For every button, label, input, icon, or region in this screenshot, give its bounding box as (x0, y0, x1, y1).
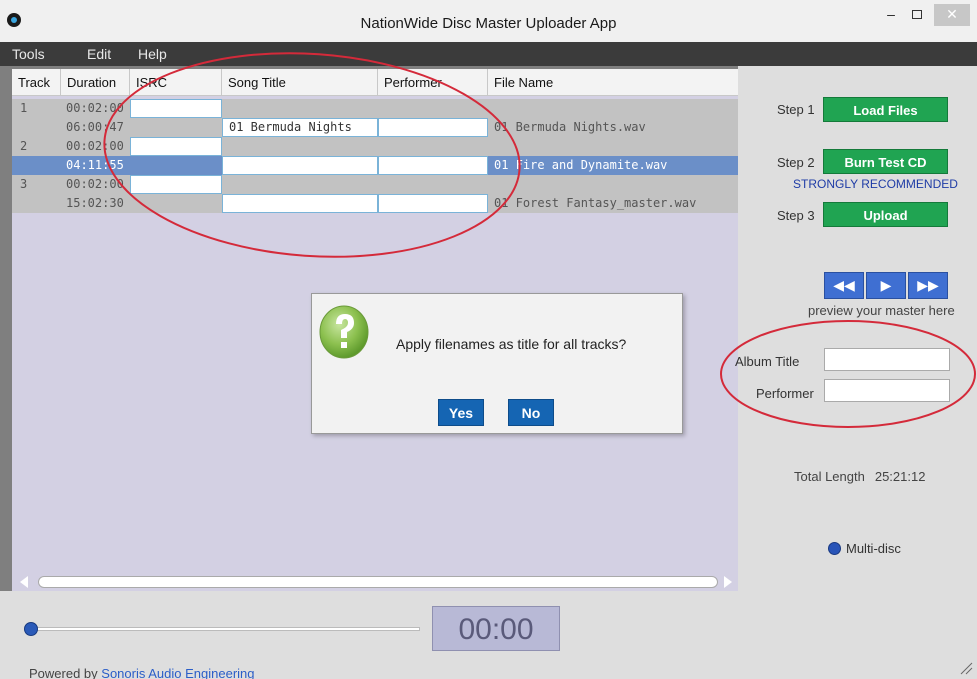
menu-bar: Tools Edit Help (0, 42, 977, 66)
time-display: 00:00 (432, 606, 560, 651)
question-icon (319, 305, 369, 359)
song-title-input[interactable] (222, 194, 378, 213)
recommendation-text: STRONGLY RECOMMENDED (793, 177, 958, 191)
table-row[interactable]: 15:02:30 01 Forest Fantasy_master.wav (12, 194, 738, 213)
total-length: Total Length 25:21:12 (794, 469, 925, 484)
dialog-message: Apply filenames as title for all tracks? (396, 336, 627, 352)
isrc-input[interactable] (130, 99, 222, 118)
fast-forward-button[interactable]: ▶▶ (908, 272, 948, 299)
maximize-icon (912, 10, 922, 19)
grid-header: Track Duration ISRC Song Title Performer… (12, 69, 738, 96)
multi-disc-label: Multi-disc (846, 541, 901, 556)
scroll-left-arrow-icon[interactable] (20, 576, 28, 588)
table-row[interactable]: 3 00:02:00 (12, 175, 738, 194)
file-name-cell: 01 Forest Fantasy_master.wav (494, 196, 697, 210)
duration-cell: 04:11:55 (66, 158, 124, 172)
control-panel: Step 1 Load Files Step 2 Burn Test CD ST… (735, 66, 977, 591)
preview-hint: preview your master here (808, 303, 955, 318)
scroll-thumb[interactable] (38, 576, 718, 588)
performer-input[interactable] (378, 118, 488, 137)
song-title-input[interactable] (222, 156, 378, 175)
performer-input[interactable] (378, 194, 488, 213)
column-file-name[interactable]: File Name (488, 69, 738, 96)
column-isrc[interactable]: ISRC (130, 69, 222, 96)
sonoris-link[interactable]: Sonoris Audio Engineering (101, 666, 254, 679)
close-button[interactable]: ✕ (934, 4, 970, 26)
menu-tools[interactable]: Tools (12, 46, 45, 62)
total-length-label: Total Length (794, 469, 865, 484)
song-title-input[interactable]: 01 Bermuda Nights (222, 118, 378, 137)
multi-disc-radio[interactable] (828, 542, 841, 555)
song-title-value: 01 Bermuda Nights (229, 120, 352, 134)
burn-test-cd-button[interactable]: Burn Test CD (823, 149, 948, 174)
menu-edit[interactable]: Edit (87, 46, 111, 62)
track-number: 1 (20, 101, 28, 115)
footer-credit: Powered by Sonoris Audio Engineering (29, 666, 255, 679)
duration-cell: 06:00:47 (66, 120, 124, 134)
track-number: 3 (20, 177, 28, 191)
no-button[interactable]: No (508, 399, 554, 426)
column-song-title[interactable]: Song Title (222, 69, 378, 96)
performer-input[interactable] (378, 156, 488, 175)
minimize-button[interactable]: – (878, 4, 904, 26)
title-bar: NationWide Disc Master Uploader App – ✕ (0, 0, 977, 42)
play-button[interactable]: ▶ (866, 272, 906, 299)
maximize-button[interactable] (904, 4, 930, 26)
window-title: NationWide Disc Master Uploader App (360, 15, 617, 32)
menu-help[interactable]: Help (138, 46, 167, 62)
table-row[interactable]: 2 00:02:00 (12, 137, 738, 156)
multi-disc-option[interactable]: Multi-disc (828, 541, 901, 556)
table-row-selected[interactable]: 04:11:55 01 Fire and Dynamite.wav (12, 156, 738, 175)
resize-grip-icon[interactable] (959, 661, 973, 675)
duration-cell: 15:02:30 (66, 196, 124, 210)
seek-slider[interactable] (30, 627, 420, 631)
scroll-right-arrow-icon[interactable] (724, 576, 732, 588)
file-name-cell: 01 Fire and Dynamite.wav (494, 158, 668, 172)
seek-handle[interactable] (24, 622, 38, 636)
performer-label: Performer (756, 386, 814, 401)
confirm-dialog: Apply filenames as title for all tracks?… (311, 293, 683, 434)
column-performer[interactable]: Performer (378, 69, 488, 96)
upload-button[interactable]: Upload (823, 202, 948, 227)
isrc-input[interactable] (130, 137, 222, 156)
player-bar: 00:00 Powered by Sonoris Audio Engineeri… (0, 591, 977, 679)
duration-cell: 00:02:00 (66, 139, 124, 153)
yes-button[interactable]: Yes (438, 399, 484, 426)
file-name-cell: 01 Bermuda Nights.wav (494, 120, 646, 134)
powered-by-text: Powered by (29, 666, 98, 679)
column-track[interactable]: Track (12, 69, 61, 96)
album-title-label: Album Title (735, 354, 800, 369)
album-title-input[interactable] (824, 348, 950, 371)
duration-cell: 00:02:00 (66, 177, 124, 191)
step-2-label: Step 2 (777, 155, 815, 170)
table-row[interactable]: 06:00:47 01 Bermuda Nights 01 Bermuda Ni… (12, 118, 738, 137)
load-files-button[interactable]: Load Files (823, 97, 948, 122)
column-duration[interactable]: Duration (61, 69, 130, 96)
album-performer-input[interactable] (824, 379, 950, 402)
table-row[interactable]: 1 00:02:00 (12, 99, 738, 118)
total-length-value: 25:21:12 (874, 469, 926, 484)
transport-controls: ◀◀ ▶ ▶▶ (824, 272, 948, 299)
duration-cell: 00:02:00 (66, 101, 124, 115)
rewind-button[interactable]: ◀◀ (824, 272, 864, 299)
step-1-label: Step 1 (777, 102, 815, 117)
track-number: 2 (20, 139, 28, 153)
isrc-input[interactable] (130, 175, 222, 194)
step-3-label: Step 3 (777, 208, 815, 223)
horizontal-scrollbar[interactable] (12, 573, 738, 591)
